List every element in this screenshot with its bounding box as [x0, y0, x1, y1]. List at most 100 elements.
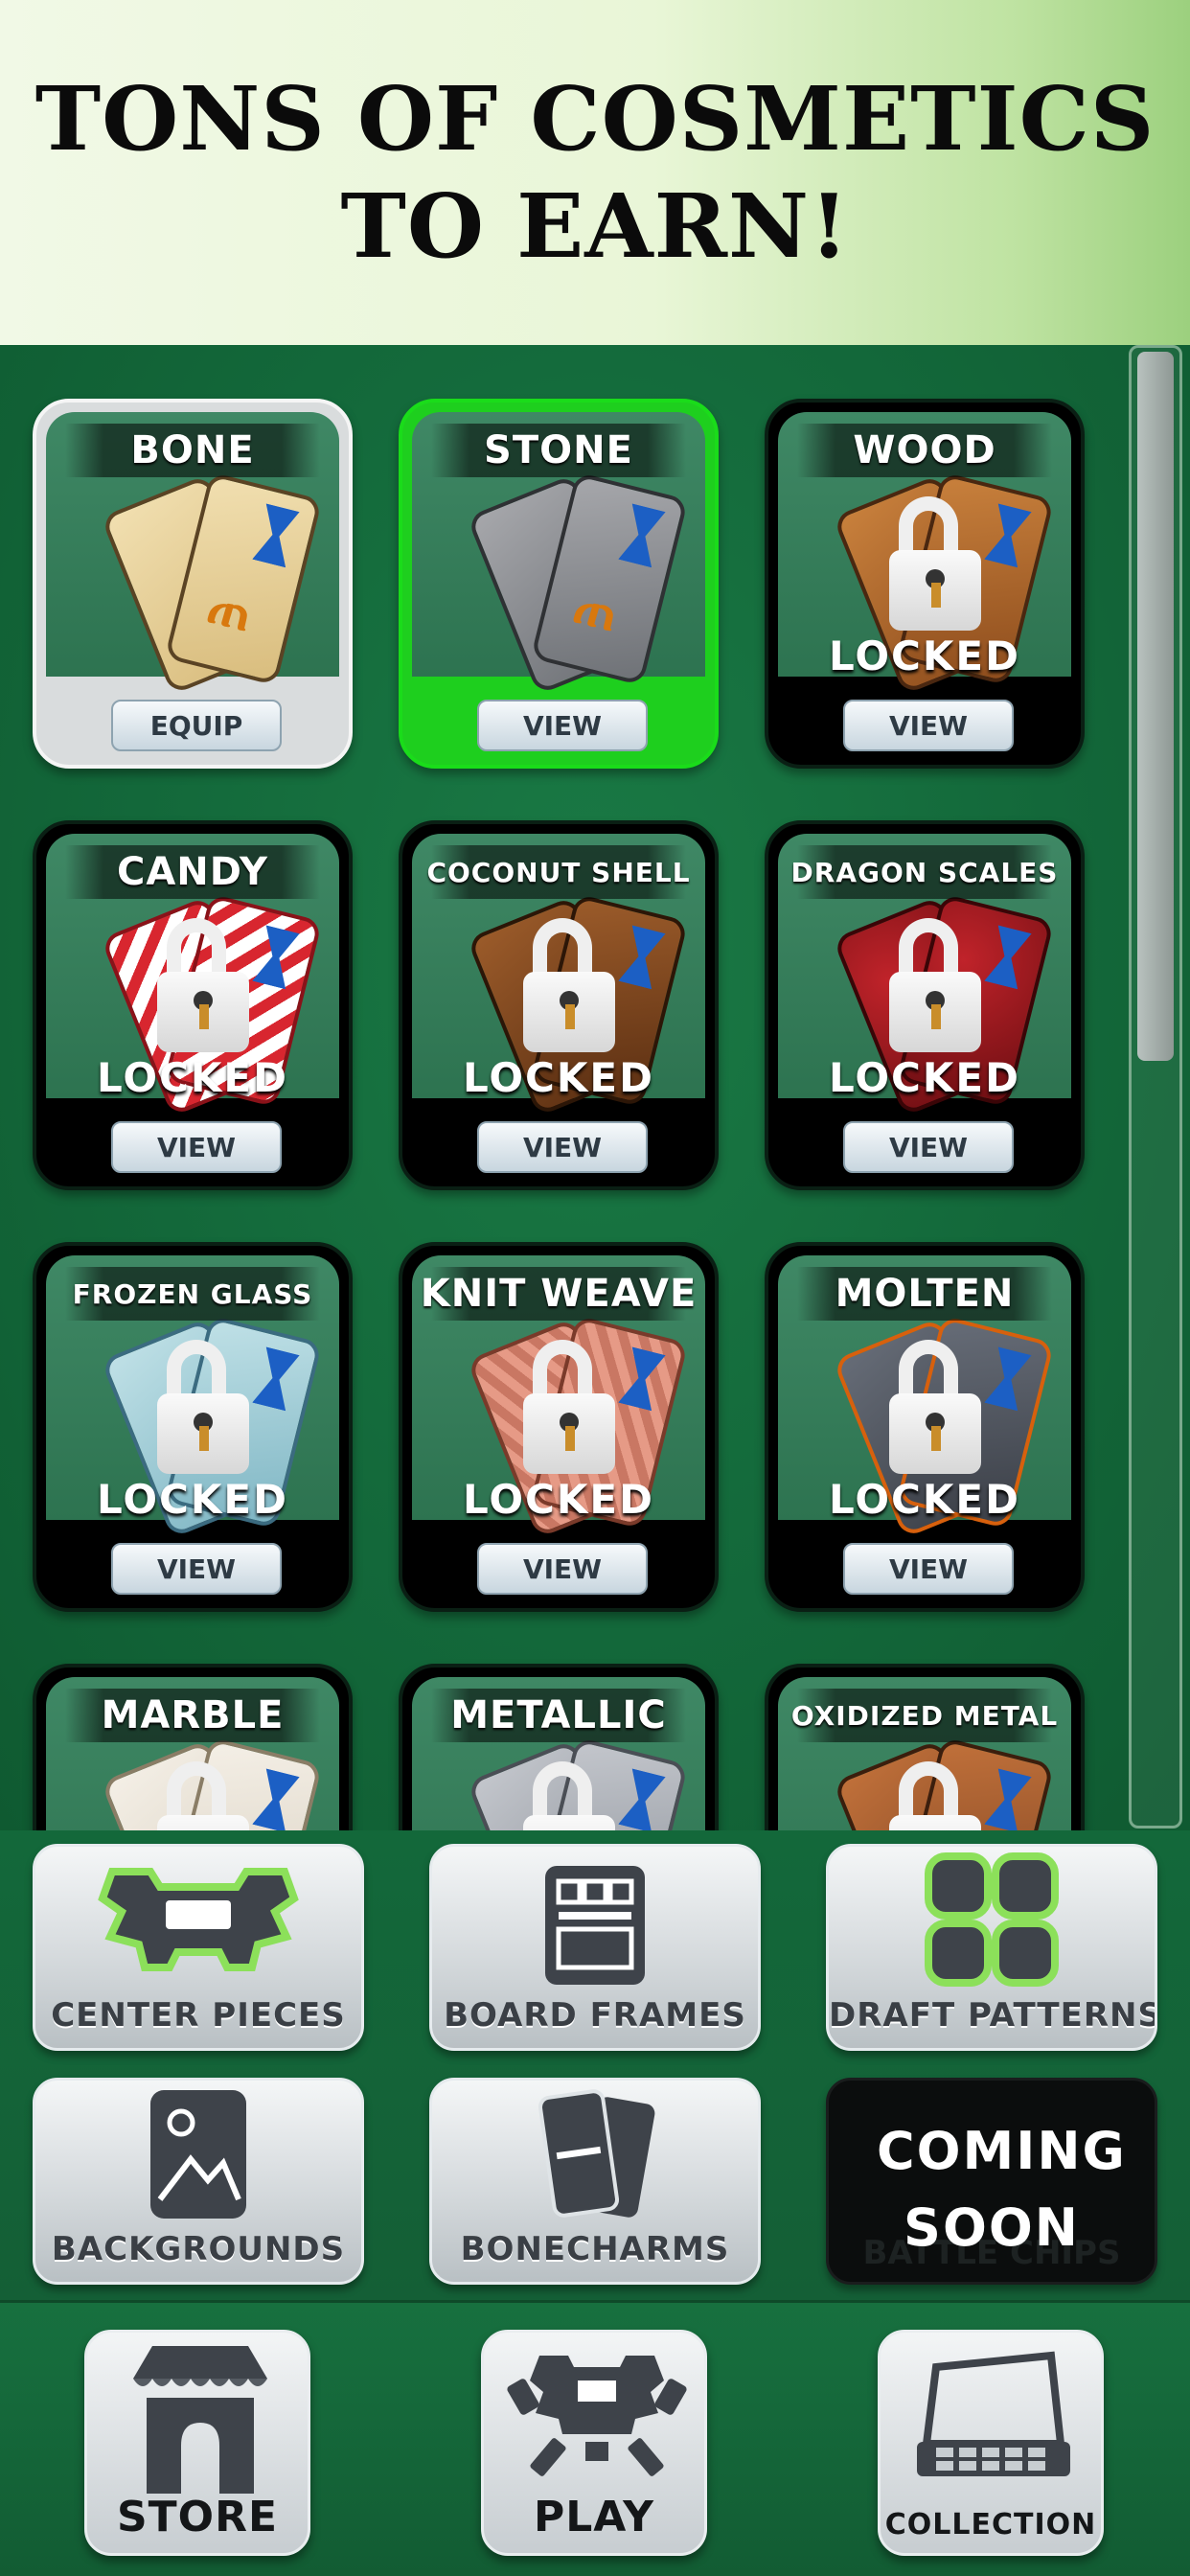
backgrounds-button[interactable]: BACKGROUNDS: [33, 2078, 364, 2285]
view-button[interactable]: VIEW: [111, 1543, 282, 1595]
skin-card-oxidized-metal[interactable]: OXIDIZED METAL: [765, 1664, 1085, 1830]
lock-icon: [157, 918, 249, 1052]
skin-card-wood[interactable]: WOOD LOCKED VIEW: [765, 399, 1085, 769]
lock-icon: [889, 1761, 981, 1830]
skin-name-bar: KNIT WEAVE: [421, 1267, 696, 1321]
equip-button[interactable]: EQUIP: [111, 700, 282, 751]
draft-patterns-icon: [925, 1852, 1059, 1987]
view-button[interactable]: VIEW: [843, 700, 1014, 751]
bonecharms-label: BONECHARMS: [460, 2230, 730, 2268]
lock-icon: [157, 1340, 249, 1474]
skin-card-metallic[interactable]: METALLIC: [399, 1664, 719, 1830]
skin-preview: METALLIC: [412, 1677, 705, 1830]
lock-icon: [889, 918, 981, 1052]
coming-soon-tile: BATTLE CHIPS COMING SOON: [826, 2078, 1157, 2285]
skin-preview: FROZEN GLASS LOCKED: [46, 1255, 339, 1539]
board-frames-button[interactable]: BOARD FRAMES: [429, 1844, 761, 2051]
bonecharms-button[interactable]: BONECHARMS: [429, 2078, 761, 2285]
skin-preview: CANDY LOCKED: [46, 834, 339, 1117]
skin-preview: OXIDIZED METAL: [778, 1677, 1071, 1830]
scrollbar[interactable]: [1129, 345, 1182, 1828]
tile-blue-mark: [252, 1768, 299, 1830]
skin-name-bar: BONE: [65, 424, 320, 477]
tile-glyph: ጠ: [202, 574, 259, 644]
skin-name: FROZEN GLASS: [72, 1277, 313, 1310]
skin-card-coconut-shell[interactable]: COCONUT SHELL LOCKED VIEW: [399, 820, 719, 1190]
tile-glyph: ጠ: [568, 574, 625, 644]
view-button[interactable]: VIEW: [477, 700, 648, 751]
store-icon: [133, 2346, 267, 2494]
tile-blue-mark: [618, 503, 665, 567]
play-button[interactable]: PLAY: [481, 2330, 707, 2556]
bottom-nav: STORE PLAY COLLECTION: [0, 2300, 1190, 2576]
skin-name: CANDY: [116, 850, 269, 894]
banner-line-2: TO EARN!: [340, 174, 850, 278]
locked-label: LOCKED: [829, 1476, 1020, 1523]
backgrounds-label: BACKGROUNDS: [51, 2230, 346, 2268]
skin-name: MARBLE: [101, 1693, 285, 1737]
lock-icon: [523, 918, 615, 1052]
backgrounds-icon: [150, 2090, 246, 2219]
center-pieces-button[interactable]: CENTER PIECES: [33, 1844, 364, 2051]
board-frames-label: BOARD FRAMES: [444, 1996, 746, 2035]
view-button[interactable]: VIEW: [843, 1121, 1014, 1173]
tile-preview: ጠ: [94, 470, 324, 696]
tile-blue-mark: [618, 1346, 665, 1411]
store-label: STORE: [116, 2493, 279, 2542]
lock-icon: [523, 1761, 615, 1830]
skin-card-candy[interactable]: CANDY LOCKED VIEW: [33, 820, 353, 1190]
view-button[interactable]: VIEW: [111, 1121, 282, 1173]
view-button[interactable]: VIEW: [477, 1543, 648, 1595]
locked-label: LOCKED: [829, 1054, 1020, 1101]
collection-label: COLLECTION: [884, 2508, 1097, 2542]
collection-button[interactable]: COLLECTION: [878, 2330, 1104, 2556]
skin-name: COCONUT SHELL: [426, 856, 691, 888]
view-button[interactable]: VIEW: [477, 1121, 648, 1173]
locked-label: LOCKED: [829, 632, 1020, 679]
scrollbar-thumb[interactable]: [1137, 352, 1174, 1061]
skin-card-knit-weave[interactable]: KNIT WEAVE LOCKED VIEW: [399, 1242, 719, 1612]
view-button[interactable]: VIEW: [843, 1543, 1014, 1595]
skin-name-bar: MARBLE: [65, 1689, 320, 1742]
skin-name-bar: METALLIC: [431, 1689, 686, 1742]
skin-card-marble[interactable]: MARBLE: [33, 1664, 353, 1830]
skin-grid[interactable]: ጠ BONE EQUIP ጠ STONE VIEW WOOD LOCKED VIEW CANDY L…: [0, 345, 1190, 1830]
skin-name-bar: COCONUT SHELL: [426, 845, 690, 899]
play-icon: [507, 2356, 687, 2476]
skin-name: BONE: [130, 428, 255, 472]
skin-name-bar: DRAGON SCALES: [791, 845, 1057, 899]
skin-card-molten[interactable]: MOLTEN LOCKED VIEW: [765, 1242, 1085, 1612]
locked-label: LOCKED: [97, 1476, 288, 1523]
skin-name-bar: WOOD: [797, 424, 1052, 477]
skin-name: KNIT WEAVE: [420, 1272, 698, 1316]
board-frames-icon: [545, 1866, 645, 1985]
skin-preview: DRAGON SCALES LOCKED: [778, 834, 1071, 1117]
tile-blue-mark: [618, 925, 665, 989]
skin-card-stone[interactable]: ጠ STONE VIEW: [399, 399, 719, 769]
skin-name-bar: CANDY: [65, 845, 320, 899]
skin-name-bar: MOLTEN: [797, 1267, 1052, 1321]
center-pieces-icon: [98, 1868, 299, 1971]
skin-preview: MOLTEN LOCKED: [778, 1255, 1071, 1539]
draft-patterns-label: DRAFT PATTERNS: [829, 1996, 1157, 2035]
tile-blue-mark: [252, 503, 299, 567]
skin-card-dragon-scales[interactable]: DRAGON SCALES LOCKED VIEW: [765, 820, 1085, 1190]
play-label: PLAY: [534, 2493, 654, 2542]
tile-blue-mark: [618, 1768, 665, 1830]
store-button[interactable]: STORE: [84, 2330, 310, 2556]
tile-blue-mark: [252, 1346, 299, 1411]
skin-name: MOLTEN: [835, 1272, 1015, 1316]
banner-line-1: TONS OF COSMETICS: [34, 67, 1156, 171]
draft-patterns-button[interactable]: DRAFT PATTERNS: [826, 1844, 1157, 2051]
lock-icon: [157, 1761, 249, 1830]
skin-name: DRAGON SCALES: [790, 856, 1059, 888]
skin-card-frozen-glass[interactable]: FROZEN GLASS LOCKED VIEW: [33, 1242, 353, 1612]
skin-preview: ጠ STONE: [412, 412, 705, 696]
skin-card-bone[interactable]: ጠ BONE EQUIP: [33, 399, 353, 769]
skin-name-bar: STONE: [431, 424, 686, 477]
locked-label: LOCKED: [463, 1476, 654, 1523]
skin-preview: WOOD LOCKED: [778, 412, 1071, 696]
bonecharms-icon: [538, 2089, 655, 2218]
skin-name: WOOD: [853, 428, 996, 472]
tile-blue-mark: [252, 925, 299, 989]
